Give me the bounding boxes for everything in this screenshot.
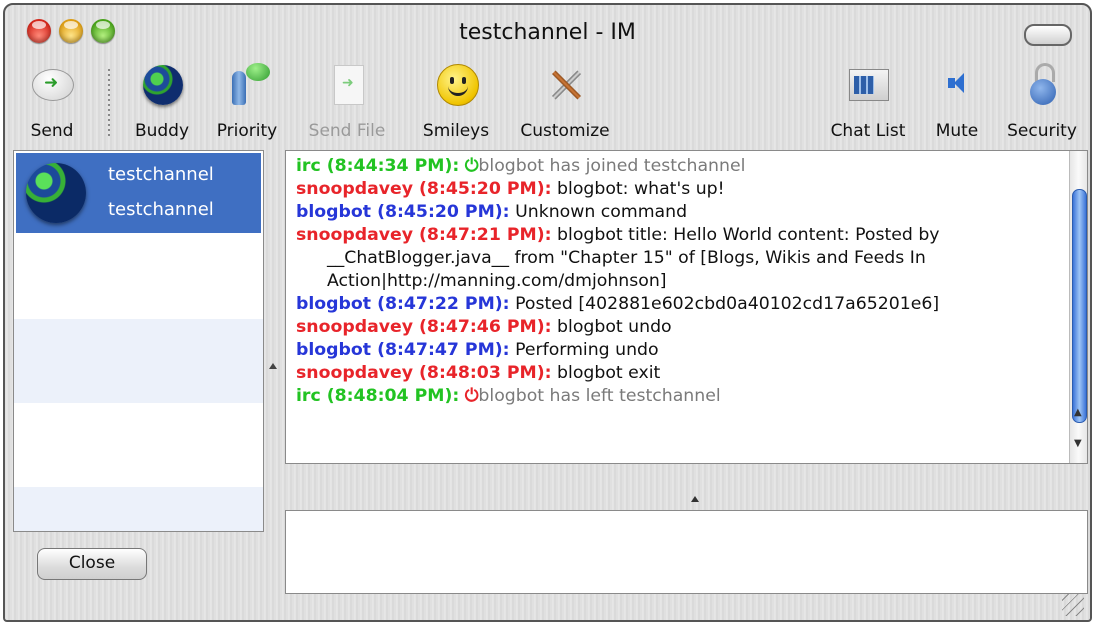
join-icon: ⏻ xyxy=(464,156,479,176)
message-text: blogbot has left testchannel xyxy=(478,386,721,406)
buddy-row-testchannel[interactable]: testchannel testchannel xyxy=(14,151,263,235)
message-text: blogbot exit xyxy=(557,363,661,383)
message-sender: irc xyxy=(296,386,327,406)
message-time: (8:48:03 PM): xyxy=(419,363,552,383)
send-file-icon xyxy=(334,65,364,105)
tools-icon xyxy=(548,67,584,103)
security-label: Security xyxy=(1007,121,1077,141)
transcript-scrollbar[interactable]: ▲ ▼ xyxy=(1069,151,1087,463)
message-text: Performing undo xyxy=(515,340,659,360)
buddy-button[interactable]: Buddy xyxy=(127,61,197,141)
message-row: snoopdavey (8:45:20 PM): blogbot: what's… xyxy=(296,178,1064,201)
smileys-label: Smileys xyxy=(422,121,490,141)
message-time: (8:47:21 PM): xyxy=(419,225,552,245)
chat-transcript[interactable]: irc (8:44:34 PM): ⏻blogbot has joined te… xyxy=(285,150,1088,464)
scrollbar-thumb[interactable] xyxy=(1072,189,1087,423)
message-time: (8:45:20 PM): xyxy=(377,202,510,222)
send-icon xyxy=(32,69,74,101)
scroll-down-arrow-icon[interactable]: ▼ xyxy=(1074,438,1082,449)
message-sender: blogbot xyxy=(296,294,378,314)
priority-label: Priority xyxy=(216,121,278,141)
chat-list-icon xyxy=(849,69,889,101)
resize-grip-icon[interactable] xyxy=(1062,594,1084,616)
horizontal-splitter-handle[interactable] xyxy=(691,496,699,502)
buddy-list: testchannel testchannel xyxy=(13,150,264,532)
lock-icon xyxy=(1029,63,1057,107)
message-text: blogbot undo xyxy=(557,317,672,337)
message-list: irc (8:44:34 PM): ⏻blogbot has joined te… xyxy=(296,155,1064,408)
globe-icon xyxy=(143,65,183,105)
customize-label: Customize xyxy=(520,121,610,141)
message-time: (8:44:34 PM): xyxy=(326,156,460,176)
vertical-splitter-handle[interactable] xyxy=(269,363,277,369)
list-item xyxy=(14,403,263,487)
send-file-button[interactable]: Send File xyxy=(301,61,393,141)
im-window: testchannel - IM Send Buddy Priority Sen… xyxy=(3,3,1092,622)
message-sender: snoopdavey xyxy=(296,363,420,383)
message-time: (8:45:20 PM): xyxy=(419,179,552,199)
message-time: (8:47:46 PM): xyxy=(419,317,552,337)
toolbar: Send Buddy Priority Send File Smileys Cu… xyxy=(5,57,1090,145)
send-file-label: Send File xyxy=(308,121,386,141)
send-button[interactable]: Send xyxy=(17,61,87,141)
globe-icon xyxy=(26,163,86,223)
message-text: blogbot has joined testchannel xyxy=(478,156,746,176)
message-row: irc (8:44:34 PM): ⏻blogbot has joined te… xyxy=(296,155,1064,178)
speaker-icon xyxy=(946,71,968,95)
customize-button[interactable]: Customize xyxy=(511,61,619,141)
message-input[interactable] xyxy=(285,510,1088,594)
message-text: Posted [402881e602cbd0a40102cd17a65201e6… xyxy=(515,294,940,314)
message-time: (8:47:22 PM): xyxy=(377,294,510,314)
priority-button[interactable]: Priority xyxy=(211,61,283,141)
message-text: Unknown command xyxy=(515,202,688,222)
chat-list-label: Chat List xyxy=(830,121,906,141)
message-sender: snoopdavey xyxy=(296,179,420,199)
buddy-name: testchannel xyxy=(108,164,214,185)
message-row: snoopdavey (8:47:21 PM): blogbot title: … xyxy=(296,224,1064,293)
message-time: (8:48:04 PM): xyxy=(326,386,460,406)
security-button[interactable]: Security xyxy=(999,61,1085,141)
message-sender: blogbot xyxy=(296,340,378,360)
mute-button[interactable]: Mute xyxy=(929,61,985,141)
smiley-icon xyxy=(437,64,479,106)
chat-list-button[interactable]: Chat List xyxy=(827,61,909,141)
send-label: Send xyxy=(30,121,74,141)
message-time: (8:47:47 PM): xyxy=(377,340,510,360)
priority-icon xyxy=(228,63,270,107)
message-sender: snoopdavey xyxy=(296,317,420,337)
message-text: blogbot: what's up! xyxy=(557,179,725,199)
message-row: irc (8:48:04 PM): ⏻blogbot has left test… xyxy=(296,385,1064,408)
buddy-status: testchannel xyxy=(108,199,214,220)
toolbar-separator xyxy=(108,69,110,139)
leave-icon: ⏻ xyxy=(464,386,479,406)
message-row: blogbot (8:47:47 PM): Performing undo xyxy=(296,339,1064,362)
toolbar-toggle-button[interactable] xyxy=(1024,24,1072,46)
message-row: snoopdavey (8:48:03 PM): blogbot exit xyxy=(296,362,1064,385)
list-item xyxy=(14,235,263,319)
message-sender: blogbot xyxy=(296,202,378,222)
buddy-selection: testchannel testchannel xyxy=(16,153,261,233)
window-title: testchannel - IM xyxy=(459,20,636,45)
list-item xyxy=(14,487,263,531)
message-sender: irc xyxy=(296,156,327,176)
message-row: snoopdavey (8:47:46 PM): blogbot undo xyxy=(296,316,1064,339)
close-button[interactable]: Close xyxy=(37,548,147,580)
message-row: blogbot (8:47:22 PM): Posted [402881e602… xyxy=(296,293,1064,316)
message-sender: snoopdavey xyxy=(296,225,420,245)
message-row: blogbot (8:45:20 PM): Unknown command xyxy=(296,201,1064,224)
mute-label: Mute xyxy=(935,121,979,141)
scroll-up-arrow-icon[interactable]: ▲ xyxy=(1074,407,1082,418)
title-bar[interactable]: testchannel - IM xyxy=(5,5,1090,57)
buddy-label: Buddy xyxy=(134,121,190,141)
smileys-button[interactable]: Smileys xyxy=(413,61,499,141)
list-item xyxy=(14,319,263,403)
